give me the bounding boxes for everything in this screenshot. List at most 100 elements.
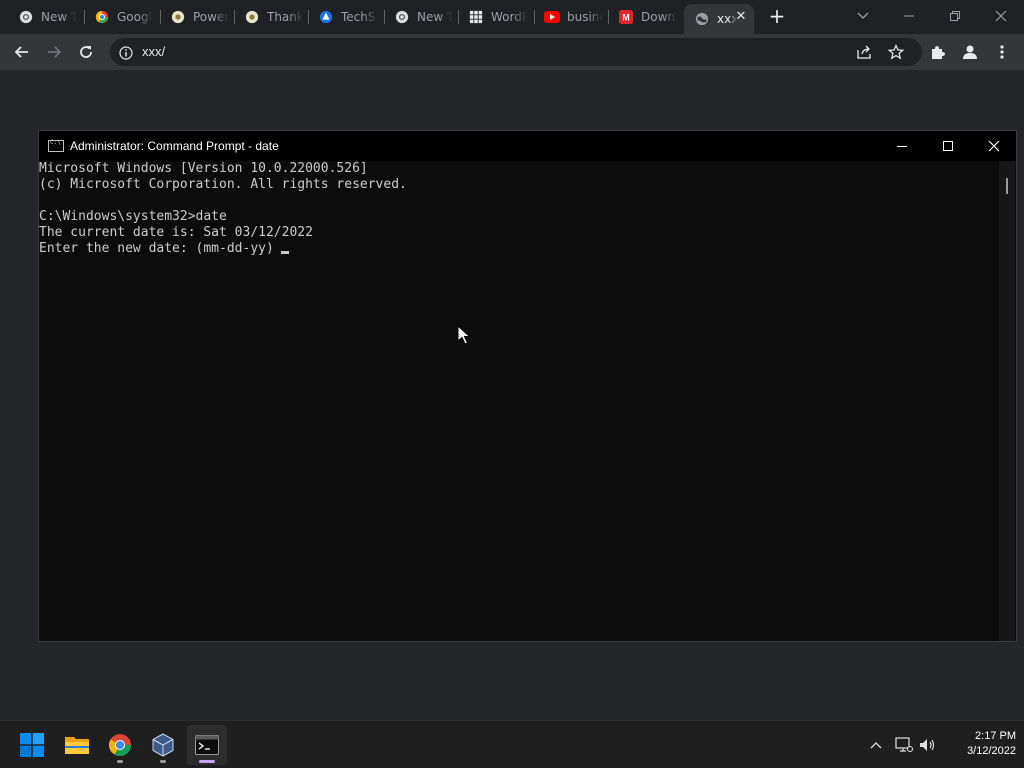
tab-techspot[interactable]: TechSpot [308, 4, 384, 30]
tab-thank[interactable]: Thank [234, 4, 308, 30]
new-tab-button[interactable]: + [767, 6, 787, 26]
cmd-window-title: Administrator: Command Prompt - date [70, 139, 279, 153]
console-prompt-text: Enter the new date: (mm-dd-yy) [39, 241, 274, 256]
restore-button[interactable] [932, 0, 978, 32]
close-window-button[interactable] [978, 0, 1024, 32]
tab-download[interactable]: M Download [608, 4, 684, 30]
cmd-icon [48, 139, 64, 152]
show-hidden-icons-button[interactable] [866, 735, 886, 755]
restore-icon [950, 11, 960, 21]
running-indicator [117, 760, 123, 763]
globe-icon [694, 11, 710, 27]
chrome-icon [94, 9, 110, 25]
network-icon[interactable] [894, 735, 914, 755]
minimize-button[interactable] [886, 0, 932, 32]
terminal-icon [195, 735, 219, 755]
tab-new-tab-1[interactable]: New Tab [8, 4, 84, 30]
active-indicator [199, 760, 215, 763]
chrome-icon [109, 734, 131, 756]
chrome-taskbar-button[interactable] [100, 725, 140, 765]
tab-search-button[interactable] [840, 0, 886, 32]
console-input-line[interactable]: Enter the new date: (mm-dd-yy) [39, 241, 999, 257]
back-button[interactable] [10, 40, 34, 64]
techspot-icon [318, 9, 334, 25]
tab-powershell[interactable]: PowerShell [160, 4, 234, 30]
extensions-button[interactable] [926, 40, 950, 64]
scrollbar-thumb[interactable] [1006, 178, 1008, 194]
tab-title: TechSpot [341, 10, 377, 24]
youtube-icon [544, 9, 560, 25]
tab-google[interactable]: Google [84, 4, 160, 30]
cmd-titlebar[interactable]: Administrator: Command Prompt - date [39, 131, 1016, 161]
arrow-right-icon [48, 46, 62, 58]
terminal-taskbar-button[interactable] [187, 725, 227, 765]
close-icon [988, 140, 1000, 152]
console-line: The current date is: Sat 03/12/2022 [39, 225, 313, 240]
clock-date: 3/12/2022 [967, 745, 1016, 757]
cmd-minimize-button[interactable] [879, 131, 925, 161]
tab-title: New Tab [417, 10, 453, 24]
chrome-icon [394, 9, 410, 25]
tab-business[interactable]: business [534, 4, 608, 30]
generic-site-icon [170, 9, 186, 25]
avatar-icon [963, 45, 977, 59]
console-line: C:\Windows\system32>date [39, 209, 227, 224]
running-indicator [160, 760, 166, 763]
clock-time: 2:17 PM [975, 730, 1016, 742]
address-text: xxx/ [142, 44, 166, 59]
tab-title: New Tab [41, 10, 77, 24]
tab-new-tab-2[interactable]: New Tab [384, 4, 458, 30]
start-button[interactable] [12, 725, 52, 765]
taskbar-clock[interactable]: 2:17 PM 3/12/2022 [940, 729, 1016, 759]
menu-button[interactable] [990, 40, 1014, 64]
cmd-close-button[interactable] [971, 131, 1017, 161]
virtualbox-icon [152, 733, 174, 757]
arrow-left-icon [14, 46, 28, 58]
bookmark-star-icon[interactable] [887, 44, 905, 64]
tab-active[interactable]: xxx ✕ [684, 4, 754, 34]
cmd-console-output[interactable]: Microsoft Windows [Version 10.0.22000.52… [39, 161, 999, 641]
cmd-maximize-button[interactable] [925, 131, 971, 161]
generic-site-icon [244, 9, 260, 25]
profile-button[interactable] [958, 40, 982, 64]
minimize-icon [904, 15, 914, 17]
svg-text:M: M [622, 13, 629, 23]
tab-title: PowerShell [193, 10, 229, 24]
volume-icon[interactable] [918, 735, 938, 755]
chevron-up-icon [870, 742, 882, 749]
kebab-menu-icon [1000, 45, 1004, 59]
text-cursor [280, 251, 289, 254]
file-explorer-button[interactable] [57, 725, 97, 765]
maximize-icon [943, 141, 953, 151]
chrome-icon [18, 9, 34, 25]
forward-button[interactable] [42, 40, 66, 64]
reload-button[interactable] [74, 40, 98, 64]
console-line: Microsoft Windows [Version 10.0.22000.52… [39, 161, 368, 176]
virtualbox-taskbar-button[interactable] [143, 725, 183, 765]
mouse-pointer-icon [457, 325, 471, 345]
address-bar[interactable]: xxx/ [110, 38, 922, 66]
mega-icon: M [618, 9, 634, 25]
tab-title: Thank [267, 10, 303, 24]
cmd-scrollbar[interactable] [999, 161, 1015, 641]
tab-title: business [567, 10, 603, 24]
tab-title: Download [641, 10, 677, 24]
windows-start-icon [20, 733, 44, 757]
share-icon[interactable] [856, 44, 872, 64]
browser-toolbar: xxx/ [0, 34, 1024, 70]
info-icon[interactable] [119, 45, 133, 64]
chevron-down-icon [857, 12, 869, 19]
close-icon [995, 10, 1007, 22]
taskbar: 2:17 PM 3/12/2022 [0, 720, 1024, 768]
tab-title: WordPress [491, 10, 527, 24]
command-prompt-window[interactable]: Administrator: Command Prompt - date Mic… [38, 130, 1017, 642]
tab-title: Google [117, 10, 153, 24]
tab-strip: New Tab Google PowerShell Thank TechSpot… [0, 0, 1024, 34]
folder-icon [65, 737, 89, 754]
tab-wordpress[interactable]: WordPress [458, 4, 534, 30]
close-tab-icon[interactable]: ✕ [734, 10, 748, 24]
puzzle-icon [932, 46, 945, 59]
reload-icon [80, 46, 92, 58]
grid-icon [468, 9, 484, 25]
